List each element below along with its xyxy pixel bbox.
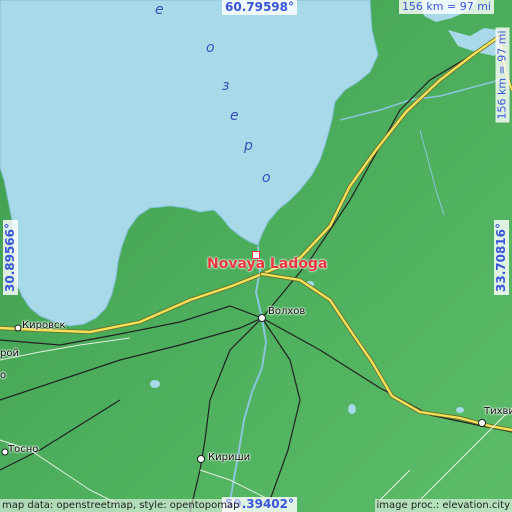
town-marker-tikhvin [478, 419, 486, 427]
town-marker-volkhov [258, 314, 266, 322]
town-label-edge[interactable]: о [0, 370, 6, 381]
small-lake [456, 407, 464, 413]
town-label-kirovsk[interactable]: Кировск [22, 320, 66, 331]
town-marker-kirovsk [14, 324, 22, 332]
highlight-label[interactable]: Novaya Ladoga [207, 256, 327, 272]
lake-label-letter: о [262, 170, 271, 186]
lake-label-letter: е [155, 2, 164, 18]
town-label-edge[interactable]: рой [0, 348, 19, 359]
small-lake [348, 404, 356, 414]
map-view[interactable]: е о з е р о Novaya Ladoga Кировск Волхов… [0, 0, 512, 512]
lake-label-letter: о [206, 40, 215, 56]
lake-label-letter: р [244, 138, 253, 154]
attribution-right: image proc.: elevation.city [374, 499, 512, 512]
small-lake [150, 380, 160, 388]
town-label-tosno[interactable]: Тосно [8, 444, 38, 455]
town-label-volkhov[interactable]: Волхов [268, 306, 305, 317]
lake-label-letter: е [230, 108, 239, 124]
scale-vertical: 156 km = 97 mi [495, 27, 510, 123]
attribution-left: map data: openstreetmap, style: opentopo… [0, 499, 242, 512]
town-label-tikhvin[interactable]: Тихвин [484, 406, 512, 417]
coord-top: 60.79598° [222, 0, 298, 15]
scale-horizontal: 156 km = 97 mi [398, 0, 494, 14]
coord-right: 33.70816° [493, 219, 509, 296]
town-label-kirishi[interactable]: Кириши [208, 452, 250, 463]
coord-left: 30.89566° [3, 219, 19, 296]
town-marker-kirishi [197, 455, 205, 463]
lake-label-letter: з [222, 78, 230, 94]
